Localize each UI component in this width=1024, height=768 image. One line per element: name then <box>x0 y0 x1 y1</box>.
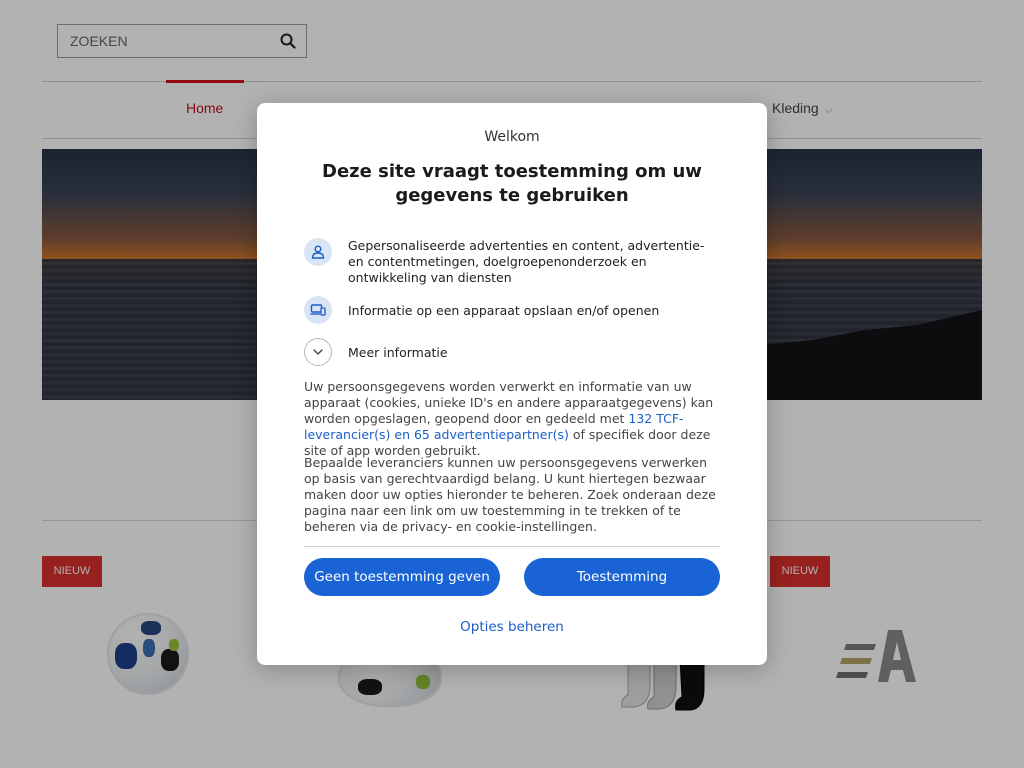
more-info-toggle[interactable]: Meer informatie <box>304 338 724 366</box>
person-icon <box>304 238 332 266</box>
purpose-device-storage: Informatie op een apparaat opslaan en/of… <box>304 296 724 324</box>
purpose-text: Informatie op een apparaat opslaan en/of… <box>348 303 660 318</box>
dialog-title: Deze site vraagt toestemming om uw gegev… <box>322 161 702 206</box>
dialog-divider <box>304 546 720 547</box>
chevron-down-icon[interactable] <box>304 338 332 366</box>
deny-consent-button[interactable]: Geen toestemming geven <box>304 558 500 596</box>
purpose-text: Gepersonaliseerde advertenties en conten… <box>348 238 705 285</box>
manage-options-link[interactable]: Opties beheren <box>257 619 767 635</box>
consent-dialog: Welkom Deze site vraagt toestemming om u… <box>257 103 767 665</box>
consent-paragraph-1: Uw persoonsgegevens worden verwerkt en i… <box>304 379 724 459</box>
consent-paragraph-2: Bepaalde leveranciers kunnen uw persoons… <box>304 455 716 534</box>
more-info-label: Meer informatie <box>348 345 448 360</box>
purpose-personalised-ads: Gepersonaliseerde advertenties en conten… <box>304 238 724 288</box>
devices-icon <box>304 296 332 324</box>
accept-consent-button[interactable]: Toestemming <box>524 558 720 596</box>
dialog-welcome: Welkom <box>484 129 540 145</box>
